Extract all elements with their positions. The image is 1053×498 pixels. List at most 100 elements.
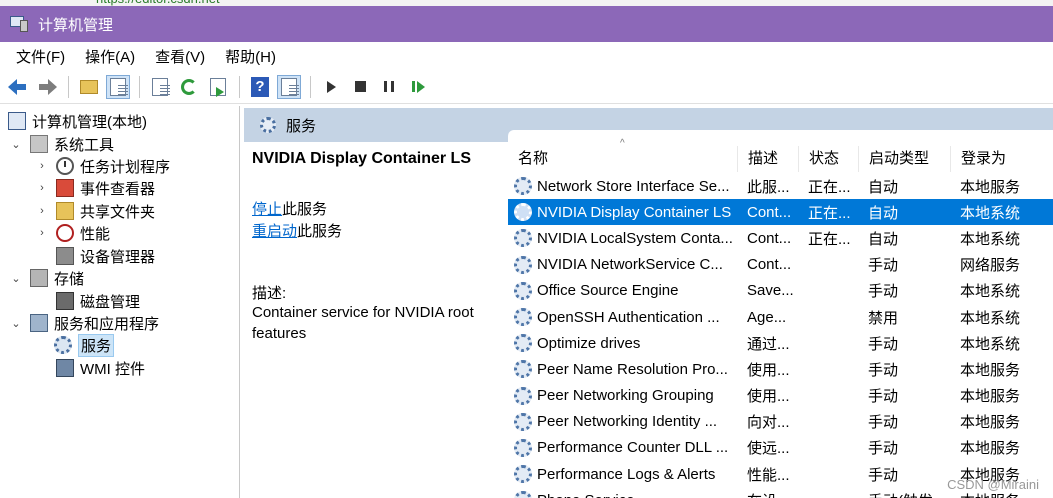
service-description-cell: 使用... xyxy=(747,361,790,379)
column-header-startup-type[interactable]: 启动类型 xyxy=(858,146,950,172)
pause-service-button[interactable] xyxy=(377,75,401,99)
up-level-button[interactable] xyxy=(77,75,101,99)
service-startup-type-cell: 手动 xyxy=(868,257,899,275)
chevron-right-icon[interactable]: › xyxy=(36,160,48,172)
chevron-down-icon[interactable]: ⌄ xyxy=(10,138,22,151)
start-service-icon xyxy=(326,80,336,93)
export-list-button[interactable] xyxy=(206,75,230,99)
clock-icon xyxy=(56,157,74,175)
storage-icon xyxy=(30,269,48,287)
tree-item-shared-folders[interactable]: › 共享文件夹 xyxy=(36,200,155,222)
toolbar-separator xyxy=(239,75,240,98)
service-name-text: NVIDIA NetworkService C... xyxy=(537,256,723,274)
service-row[interactable]: Peer Networking Grouping 使用... 手动 本地服务 xyxy=(508,383,1053,409)
help-button[interactable]: ? xyxy=(248,75,272,99)
service-row[interactable]: Office Source Engine Save... 手动 本地系统 xyxy=(508,278,1053,304)
tree-item-task-scheduler[interactable]: › 任务计划程序 xyxy=(36,155,170,177)
tree-item-services-apps[interactable]: ⌄ 服务和应用程序 xyxy=(10,312,159,334)
service-startup-type-cell: 手动 xyxy=(868,335,899,353)
service-name-text: Performance Counter DLL ... xyxy=(537,439,729,457)
chevron-right-icon[interactable]: › xyxy=(36,205,48,217)
tree-item-event-viewer[interactable]: › 事件查看器 xyxy=(36,177,155,199)
restart-service-link[interactable]: 重启动 xyxy=(252,223,297,240)
service-row[interactable]: NVIDIA Display Container LS Cont... 正在... 自… xyxy=(508,199,1053,226)
service-description-cell: 在设... xyxy=(737,490,798,498)
tree-item-storage[interactable]: ⌄ 存储 xyxy=(10,267,84,289)
chevron-right-icon[interactable]: › xyxy=(36,227,48,239)
gear-icon xyxy=(260,117,276,133)
restart-service-button[interactable] xyxy=(406,75,430,99)
restart-service-suffix: 此服务 xyxy=(297,223,343,240)
properties-button[interactable] xyxy=(148,75,172,99)
chevron-down-icon[interactable]: ⌄ xyxy=(10,272,22,285)
service-log-on-as-cell: 本地系统 xyxy=(960,230,1021,248)
service-row[interactable]: Performance Counter DLL ... 使远... 手动 本地服务 xyxy=(508,435,1053,461)
column-header-description[interactable]: 描述 xyxy=(737,146,798,172)
column-header-log-on-as[interactable]: 登录为 xyxy=(950,146,1053,172)
show-hide-tree-button[interactable] xyxy=(106,74,130,99)
service-gear-icon xyxy=(514,491,532,498)
service-row[interactable]: Peer Name Resolution Pro... 使用... 手动 本地服务 xyxy=(508,356,1053,382)
stop-service-suffix: 此服务 xyxy=(282,201,328,218)
disk-icon xyxy=(56,292,74,310)
service-log-on-as-cell: 本地系统 xyxy=(960,335,1021,353)
navigation-tree: 计算机管理(本地) ⌄ 系统工具 › 任务计划程序 › 事件查看器 › 共享文件… xyxy=(0,106,240,498)
refresh-button[interactable] xyxy=(177,75,201,99)
toolbar: ? xyxy=(0,70,1053,104)
menu-help[interactable]: 帮助(H) xyxy=(217,46,284,67)
service-description-cell: 使远... xyxy=(747,440,790,458)
chevron-down-icon[interactable]: ⌄ xyxy=(10,317,22,330)
tree-item-services[interactable]: 服务 xyxy=(54,333,115,357)
service-gear-icon xyxy=(514,177,532,196)
service-row[interactable]: Network Store Interface Se... 此服... 正在... 自… xyxy=(508,173,1053,199)
service-log-on-as-cell: 本地服务 xyxy=(960,178,1021,196)
services-list: ^ 名称 描述 状态 启动类型 登录为 Network Store Interf… xyxy=(508,130,1053,498)
service-log-on-as-cell: 本地系统 xyxy=(960,283,1021,301)
tree-item-root[interactable]: 计算机管理(本地) xyxy=(8,110,147,132)
tree-item-system-tools[interactable]: ⌄ 系统工具 xyxy=(10,133,114,155)
pause-service-icon xyxy=(384,81,394,92)
service-name-text: Performance Logs & Alerts xyxy=(537,465,716,483)
menu-view[interactable]: 查看(V) xyxy=(147,46,213,67)
service-row[interactable]: OpenSSH Authentication ... Age... 禁用 本地系统 xyxy=(508,304,1053,330)
start-service-button[interactable] xyxy=(319,75,343,99)
service-description-cell: 性能... xyxy=(747,466,790,484)
column-header-name[interactable]: 名称 xyxy=(508,146,737,172)
service-log-on-as-cell: 网络服务 xyxy=(960,257,1021,275)
menu-file[interactable]: 文件(F) xyxy=(8,46,73,67)
service-gear-icon xyxy=(514,229,532,248)
properties-icon xyxy=(152,77,170,96)
service-row[interactable]: NVIDIA LocalSystem Conta... Cont... 正在... 自… xyxy=(508,225,1053,251)
service-name-cell: Optimize drives xyxy=(508,334,737,353)
column-header-status[interactable]: 状态 xyxy=(798,146,858,172)
tree-item-performance[interactable]: › 性能 xyxy=(36,222,110,244)
help-icon: ? xyxy=(251,76,269,97)
chevron-right-icon[interactable]: › xyxy=(36,182,48,194)
service-row[interactable]: Optimize drives 通过... 手动 本地系统 xyxy=(508,330,1053,356)
show-action-pane-button[interactable] xyxy=(277,74,301,99)
service-startup-type-cell: 手动 xyxy=(868,388,899,406)
menu-action[interactable]: 操作(A) xyxy=(77,46,143,67)
tree-item-disk-management[interactable]: 磁盘管理 xyxy=(56,290,140,312)
stop-service-button[interactable] xyxy=(348,75,372,99)
service-startup-type-cell: 手动 xyxy=(868,414,899,432)
forward-button[interactable] xyxy=(35,75,59,99)
service-row[interactable]: Peer Networking Identity ... 向对... 手动 本地服务 xyxy=(508,409,1053,435)
service-gear-icon xyxy=(514,412,532,431)
stop-service-link[interactable]: 停止 xyxy=(252,201,282,218)
service-name-cell: Network Store Interface Se... xyxy=(508,177,737,196)
service-row[interactable]: NVIDIA NetworkService C... Cont... 手动 网络服务 xyxy=(508,252,1053,278)
panel-title: 服务 xyxy=(286,117,317,135)
tree-item-wmi[interactable]: WMI 控件 xyxy=(56,357,145,379)
tree-item-label: 性能 xyxy=(80,225,111,243)
service-status-cell: 正在... xyxy=(808,230,851,248)
tree-item-label: 服务 xyxy=(78,333,115,357)
service-name-cell: Office Source Engine xyxy=(508,281,737,300)
tree-item-label: 任务计划程序 xyxy=(80,158,171,176)
tree-item-device-manager[interactable]: 设备管理器 xyxy=(56,245,155,267)
back-button[interactable] xyxy=(6,75,30,99)
service-startup-type-cell: 自动 xyxy=(868,204,899,222)
service-description-cell: 向对... xyxy=(747,414,790,432)
service-rows: Network Store Interface Se... 此服... 正在... 自… xyxy=(508,173,1053,498)
service-log-on-as-cell: 本地系统 xyxy=(960,204,1021,222)
